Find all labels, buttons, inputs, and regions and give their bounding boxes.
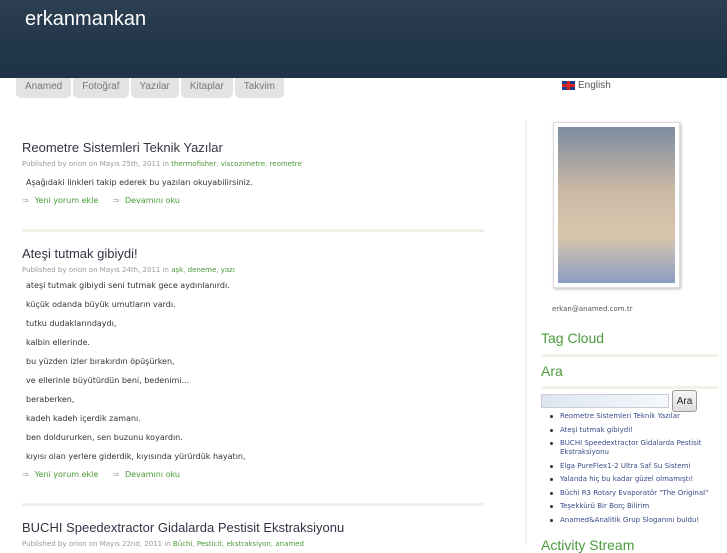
nav-tab-fotograf[interactable]: Fotoğraf	[73, 78, 129, 98]
post-meta: Published by orion on Mayıs 24th, 2011 i…	[22, 266, 235, 274]
tag-link[interactable]: reometre	[270, 160, 302, 168]
post-meta: Published by orion on Mayıs 25th, 2011 i…	[22, 160, 302, 168]
post-meta: Published by orion on Mayıs 22nd, 2011 i…	[22, 540, 304, 548]
post-line: ateşi tutmak gibiydi seni tutmak gece ay…	[26, 281, 230, 290]
site-title[interactable]: erkanmankan	[25, 8, 146, 31]
tag-link[interactable]: Pesticit	[197, 540, 222, 548]
search-heading: Ara	[541, 363, 563, 379]
recent-post-link[interactable]: Yalanda hiç bu kadar güzel olmamıştı!	[549, 475, 724, 484]
divider	[541, 354, 719, 357]
post-separator	[22, 229, 484, 232]
recent-post-link[interactable]: Anamed&Analitik Grup Sloganını buldu!	[549, 516, 724, 525]
arrow-right-icon: ⇒	[112, 196, 120, 205]
arrow-right-icon: ⇒	[112, 470, 120, 479]
post: BUCHI Speedextractor Gidalarda Pestisit …	[22, 520, 484, 548]
post: Ateşi tutmak gibiydi! Published by orion…	[22, 246, 484, 479]
recent-post-link[interactable]: Büchi R3 Rotary Evaporatör "The Original…	[549, 489, 724, 498]
divider	[541, 386, 719, 389]
tag-link[interactable]: ekstraksiyon	[226, 540, 270, 548]
recent-post-link[interactable]: Reometre Sistemleri Teknik Yazılar	[549, 412, 724, 421]
meta-text: Published by orion on Mayıs 24th, 2011 i…	[22, 266, 169, 274]
main-nav: Anamed Fotoğraf Yazılar Kitaplar Takvim	[16, 78, 284, 98]
search-button[interactable]: Ara	[672, 390, 697, 412]
nav-tab-kitaplar[interactable]: Kitaplar	[180, 78, 233, 98]
post-title[interactable]: Reometre Sistemleri Teknik Yazılar	[22, 140, 484, 155]
post-line: kadeh kadeh içerdik zamanı.	[26, 414, 141, 423]
read-more-link[interactable]: ⇒ Devamını oku	[112, 196, 180, 205]
post-line: kalbin ellerinde.	[26, 338, 90, 347]
post-title[interactable]: BUCHI Speedextractor Gidalarda Pestisit …	[22, 520, 484, 535]
post-line: küçük odanda büyük umutların vardı.	[26, 300, 176, 309]
language-label: English	[578, 80, 611, 91]
post-list: Reometre Sistemleri Teknik Yazılar Publi…	[22, 140, 484, 548]
email-link[interactable]: erkan@anamed.com.tr	[552, 305, 632, 313]
recent-post-link[interactable]: Teşekkürü Bir Borç Bilirim	[549, 502, 724, 511]
recent-post-link[interactable]: Elga PureFlex1-2 Ultra Saf Su Sistemi	[549, 462, 724, 471]
language-switch[interactable]: English	[562, 80, 611, 91]
search-input[interactable]	[541, 394, 669, 408]
tag-link[interactable]: anamed	[275, 540, 304, 548]
post-line: ve ellerinle büyütürdün beni, bedenimi..…	[26, 376, 190, 385]
post-text: Aşağıdaki linkleri takip ederek bu yazıl…	[26, 178, 253, 187]
recent-post-link[interactable]: Ateşi tutmak gibiydi!	[549, 426, 724, 435]
tag-cloud-heading: Tag Cloud	[541, 330, 605, 346]
recent-posts-list: Reometre Sistemleri Teknik Yazılar Ateşi…	[549, 412, 724, 529]
nav-tab-takvim[interactable]: Takvim	[234, 78, 284, 98]
site-header: erkanmankan	[0, 0, 727, 78]
more-label: Devamını oku	[125, 196, 180, 205]
post-title[interactable]: Ateşi tutmak gibiydi!	[22, 246, 484, 261]
recent-post-link[interactable]: BUCHI Speedextractor Gidalarda Pestisit …	[549, 439, 724, 457]
tag-link[interactable]: viscozimetre	[221, 160, 265, 168]
nav-tab-anamed[interactable]: Anamed	[16, 78, 72, 98]
add-comment-link[interactable]: ⇒ Yeni yorum ekle	[22, 470, 98, 479]
tag-link[interactable]: aşk	[171, 266, 183, 274]
post-line: kıyısı olan yerlere giderdik, kıyısında …	[26, 452, 246, 461]
post-line: ben doldururken, sen buzunu koyardın.	[26, 433, 183, 442]
uk-flag-icon	[562, 81, 575, 90]
post-line: bu yüzden izler bırakırdın öpüşürken,	[26, 357, 175, 366]
comment-label: Yeni yorum ekle	[34, 470, 99, 479]
profile-photo	[553, 122, 680, 288]
post-line: beraberken,	[26, 395, 75, 404]
read-more-link[interactable]: ⇒ Devamını oku	[112, 470, 180, 479]
arrow-right-icon: ⇒	[22, 470, 29, 479]
arrow-right-icon: ⇒	[22, 196, 29, 205]
meta-text: Published by orion on Mayıs 22nd, 2011 i…	[22, 540, 171, 548]
nav-tab-yazilar[interactable]: Yazılar	[130, 78, 179, 98]
tag-link[interactable]: deneme	[188, 266, 217, 274]
sidebar-divider	[525, 120, 527, 545]
add-comment-link[interactable]: ⇒ Yeni yorum ekle	[22, 196, 98, 205]
comment-label: Yeni yorum ekle	[34, 196, 99, 205]
post-line: tutku dudaklarındaydı,	[26, 319, 117, 328]
post-separator	[22, 503, 484, 506]
meta-text: Published by orion on Mayıs 25th, 2011 i…	[22, 160, 169, 168]
tag-link[interactable]: yazı	[221, 266, 235, 274]
tag-link[interactable]: thermofisher	[171, 160, 216, 168]
activity-heading: Activity Stream	[541, 537, 635, 553]
post: Reometre Sistemleri Teknik Yazılar Publi…	[22, 140, 484, 205]
more-label: Devamını oku	[125, 470, 180, 479]
tag-link[interactable]: Büchi	[173, 540, 192, 548]
